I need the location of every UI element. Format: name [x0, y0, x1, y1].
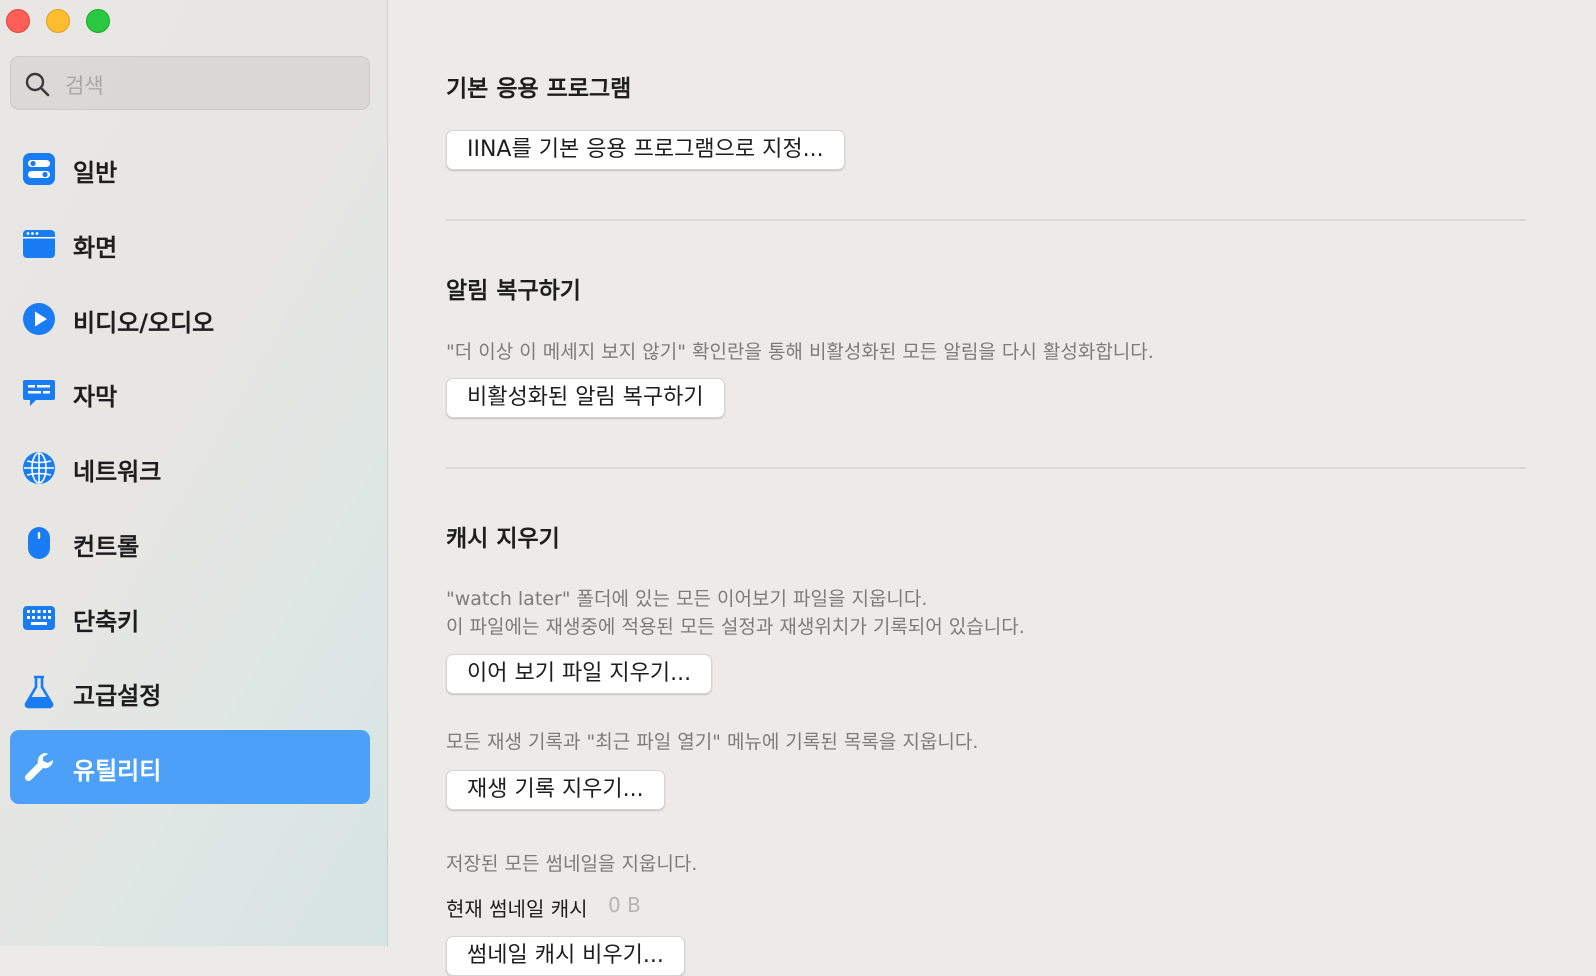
- clear-thumbnail-cache-button[interactable]: 썸네일 캐시 비우기...: [446, 936, 685, 976]
- keyboard-icon: [23, 606, 55, 630]
- search-icon: [25, 72, 50, 97]
- sidebar-item-label: 고급설정: [73, 682, 162, 710]
- sidebar-item-label: 단축키: [73, 608, 140, 636]
- sidebar-item-display[interactable]: 화면: [10, 207, 370, 281]
- sidebar-item-label: 비디오/오디오: [73, 309, 215, 337]
- thumbnail-description: 저장된 모든 썸네일을 지웁니다.: [446, 853, 698, 875]
- sidebar-item-label: 자막: [73, 383, 118, 411]
- sidebar-item-label: 유틸리티: [73, 757, 162, 785]
- globe-icon: [23, 452, 55, 484]
- restore-alerts-button[interactable]: 비활성화된 알림 복구하기: [446, 378, 725, 418]
- sidebar-item-general[interactable]: 일반: [10, 132, 370, 206]
- sidebar-item-label: 화면: [73, 234, 118, 262]
- sidebar-item-advanced[interactable]: 고급설정: [10, 655, 370, 729]
- restore-alerts-description: "더 이상 이 메세지 보지 않기" 확인란을 통해 비활성화된 모든 알림을 …: [446, 341, 1154, 363]
- search-field[interactable]: 검색: [10, 56, 370, 110]
- set-default-app-button[interactable]: IINA를 기본 응용 프로그램으로 지정...: [446, 130, 845, 170]
- subtitles-bubble-icon: [23, 380, 55, 406]
- section-title-restore-alerts: 알림 복구하기: [446, 278, 581, 304]
- sidebar-item-label: 컨트롤: [73, 533, 140, 561]
- flask-icon: [24, 675, 54, 709]
- watch-later-description-line2: 이 파일에는 재생중에 적용된 모든 설정과 재생위치가 기록되어 있습니다.: [446, 616, 1025, 638]
- watch-later-description-line1: "watch later" 폴더에 있는 모든 이어보기 파일을 지웁니다.: [446, 588, 928, 610]
- maximize-window-button[interactable]: [86, 9, 110, 33]
- close-window-button[interactable]: [6, 9, 30, 33]
- sidebar-item-controls[interactable]: 컨트롤: [10, 506, 370, 580]
- toggles-icon: [23, 153, 55, 185]
- sidebar-item-network[interactable]: 네트워크: [10, 431, 370, 505]
- thumbnail-cache-value: 0 B: [608, 893, 641, 917]
- sidebar-item-video-audio[interactable]: 비디오/오디오: [10, 282, 370, 356]
- history-description: 모든 재생 기록과 "최근 파일 열기" 메뉴에 기록된 목록을 지웁니다.: [446, 731, 979, 753]
- sidebar-item-label: 네트워크: [73, 458, 162, 486]
- sidebar-item-utilities[interactable]: 유틸리티: [10, 730, 370, 804]
- minimize-window-button[interactable]: [46, 9, 70, 33]
- clear-history-button[interactable]: 재생 기록 지우기...: [446, 770, 665, 810]
- play-circle-icon: [23, 303, 55, 335]
- section-title-clear-cache: 캐시 지우기: [446, 526, 560, 552]
- thumbnail-cache-label: 현재 썸네일 캐시: [446, 897, 588, 921]
- section-title-default-app: 기본 응용 프로그램: [446, 76, 632, 102]
- divider: [446, 467, 1526, 469]
- mouse-icon: [28, 527, 50, 559]
- search-placeholder: 검색: [65, 74, 104, 98]
- sidebar: 검색 일반 화면 비디오/오디오 자막 네트워크 컨트롤 단축키 고급설정 유틸…: [0, 0, 388, 946]
- sidebar-item-label: 일반: [73, 159, 118, 187]
- sidebar-item-subtitles[interactable]: 자막: [10, 356, 370, 430]
- window-icon: [23, 230, 55, 258]
- divider: [446, 219, 1526, 221]
- wrench-icon: [24, 752, 54, 782]
- utilities-pane: 기본 응용 프로그램 IINA를 기본 응용 프로그램으로 지정... 알림 복…: [388, 0, 1596, 976]
- sidebar-item-shortcuts[interactable]: 단축키: [10, 581, 370, 655]
- clear-watch-later-button[interactable]: 이어 보기 파일 지우기...: [446, 654, 713, 694]
